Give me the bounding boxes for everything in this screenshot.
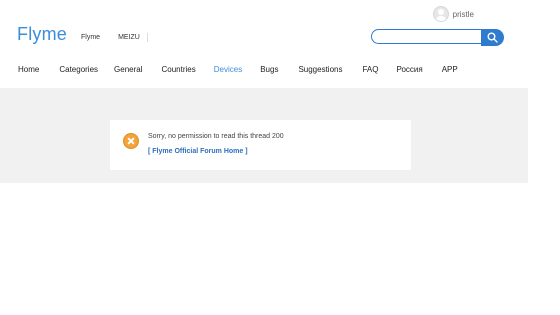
nav-item-bugs[interactable]: Bugs xyxy=(260,65,278,74)
search-bar xyxy=(371,29,504,46)
site-header: pristle Flyme Flyme MEIZU Home Categorie… xyxy=(0,0,528,88)
top-link-flyme[interactable]: Flyme xyxy=(81,34,100,41)
top-link-meizu[interactable]: MEIZU xyxy=(118,34,140,41)
nav-item-general[interactable]: General xyxy=(114,65,142,74)
user-menu[interactable]: pristle xyxy=(432,6,474,22)
search-input[interactable] xyxy=(371,29,482,44)
nav-item-countries[interactable]: Countries xyxy=(162,65,196,74)
nav-item-russia[interactable]: Россия xyxy=(396,65,422,74)
error-x-icon xyxy=(123,133,139,149)
search-icon xyxy=(487,32,498,43)
nav-item-devices[interactable]: Devices xyxy=(214,65,242,74)
top-links: Flyme MEIZU xyxy=(81,33,148,42)
nav-item-categories[interactable]: Categories xyxy=(59,65,98,74)
nav-item-app[interactable]: APP xyxy=(442,65,458,74)
nav-item-suggestions[interactable]: Suggestions xyxy=(298,65,342,74)
user-avatar-icon[interactable] xyxy=(432,6,449,22)
forum-home-link[interactable]: [ Flyme Official Forum Home ] xyxy=(148,148,248,155)
permission-message-box: Sorry, no permission to read this thread… xyxy=(110,120,411,170)
nav-item-home[interactable]: Home xyxy=(18,65,39,74)
site-logo[interactable]: Flyme xyxy=(17,24,67,45)
divider xyxy=(146,33,148,42)
search-button[interactable] xyxy=(481,29,504,46)
username[interactable]: pristle xyxy=(453,10,474,19)
permission-message: Sorry, no permission to read this thread… xyxy=(148,133,284,140)
main-nav: Home Categories General Countries Device… xyxy=(18,65,458,74)
nav-item-faq[interactable]: FAQ xyxy=(362,65,378,74)
